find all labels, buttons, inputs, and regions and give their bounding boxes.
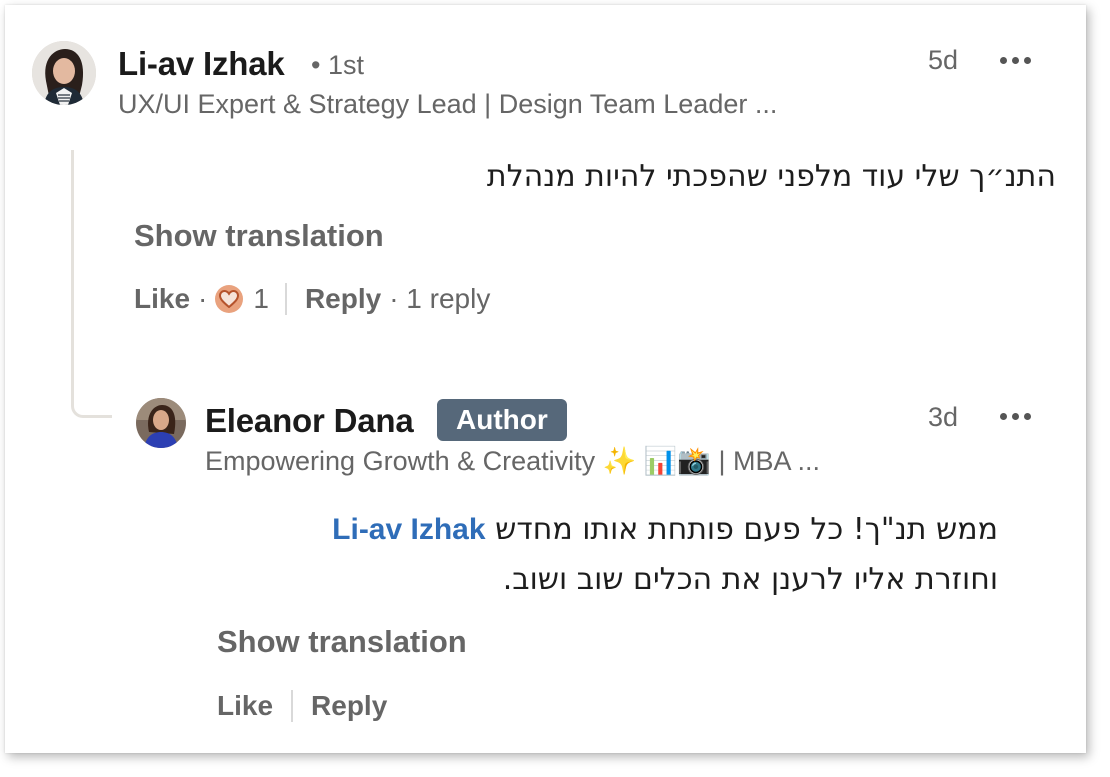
reaction-count[interactable]: 1 bbox=[253, 283, 269, 315]
thread-connector-line bbox=[71, 150, 112, 418]
avatar-eleanor-dana[interactable] bbox=[136, 398, 186, 448]
comment-actions: Like · 1 Reply · 1 reply bbox=[134, 283, 490, 315]
reply-text: ממש תנ"ך! כל פעם פותחת אותו מחדש Li-av I… bbox=[208, 505, 998, 605]
connection-degree: • 1st bbox=[311, 50, 364, 80]
comment-timestamp: 5d bbox=[928, 45, 959, 75]
avatar-li-av-izhak[interactable] bbox=[32, 41, 96, 105]
comments-card: Li-av Izhak • 1st UX/UI Expert & Strateg… bbox=[5, 5, 1086, 753]
reply-timestamp: 3d bbox=[928, 402, 959, 432]
love-reaction-icon[interactable] bbox=[215, 285, 244, 313]
ellipsis-icon[interactable] bbox=[1000, 57, 1031, 64]
like-button[interactable]: Like bbox=[134, 283, 190, 315]
reply-text-line-2: וחוזרת אליו לרענן את הכלים שוב ושוב. bbox=[502, 562, 998, 597]
comment-author-headline: UX/UI Expert & Strategy Lead | Design Te… bbox=[118, 89, 778, 119]
reply-text-line-1: ממש תנ"ך! כל פעם פותחת אותו מחדש Li-av I… bbox=[208, 505, 998, 555]
comment-text: התנ״ך שלי עוד מלפני שהפכתי להיות מנהלת bbox=[486, 159, 1056, 194]
mention-link[interactable]: Li-av Izhak bbox=[332, 513, 485, 546]
ellipsis-icon[interactable] bbox=[1000, 413, 1031, 420]
action-divider bbox=[291, 690, 294, 722]
show-translation-button[interactable]: Show translation bbox=[217, 624, 467, 660]
comment-author-name[interactable]: Li-av Izhak bbox=[118, 45, 285, 83]
reply-button[interactable]: Reply bbox=[305, 283, 381, 315]
separator-dot: · bbox=[198, 283, 208, 314]
author-badge: Author bbox=[437, 399, 567, 441]
reply-actions: Like Reply bbox=[217, 690, 387, 722]
action-divider bbox=[284, 283, 287, 315]
reply-text-line-1-body: ממש תנ"ך! כל פעם פותחת אותו מחדש bbox=[495, 512, 998, 547]
reply-author-name[interactable]: Eleanor Dana bbox=[205, 402, 414, 440]
reply-button[interactable]: Reply bbox=[311, 690, 387, 722]
like-button[interactable]: Like bbox=[217, 690, 273, 722]
reply-count[interactable]: · 1 reply bbox=[389, 283, 490, 315]
reply-author-headline: Empowering Growth & Creativity ✨ 📊📸 | MB… bbox=[205, 446, 821, 476]
show-translation-button[interactable]: Show translation bbox=[134, 218, 384, 254]
